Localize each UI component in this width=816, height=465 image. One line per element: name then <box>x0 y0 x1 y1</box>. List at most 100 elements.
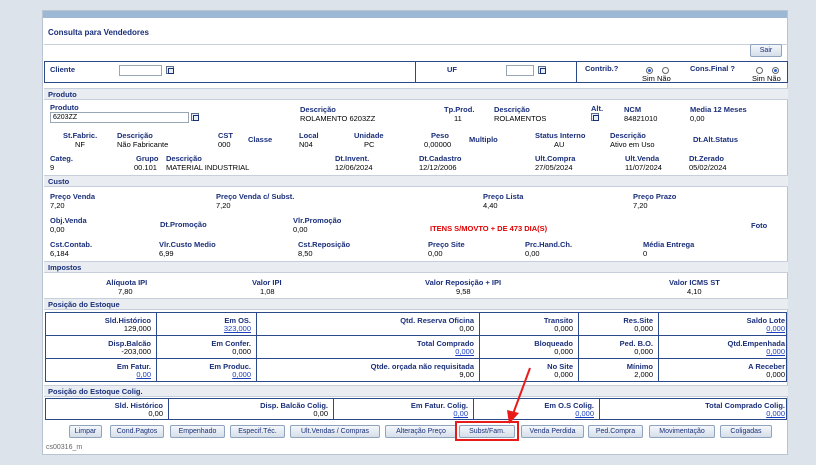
qtd-empenhada-link[interactable]: 0,000 <box>683 347 785 356</box>
cst-value: 000 <box>218 140 231 149</box>
pvenda-label: Preço Venda <box>50 192 96 201</box>
colig-em-fatur-link[interactable]: 0,00 <box>363 409 468 418</box>
descricao2-label: Descrição <box>494 105 530 114</box>
descricao2-value: ROLAMENTOS <box>494 114 547 123</box>
descfab-label: Descrição <box>117 131 153 140</box>
pprazo-label: Preço Prazo <box>633 192 677 201</box>
descgrupo-label: Descrição <box>166 154 202 163</box>
ultvenda-label: Ult.Venda <box>625 154 660 163</box>
divider <box>44 44 788 45</box>
estoque-section-header: Posição do Estoque <box>44 298 788 310</box>
divider <box>333 399 334 419</box>
em-produc-link[interactable]: 0,000 <box>183 370 251 379</box>
estoque-colig-section-header: Posição do Estoque Colig. <box>44 385 788 397</box>
saldo-lote-link[interactable]: 0,000 <box>683 324 785 333</box>
produto-input[interactable]: 6203ZZ <box>50 112 189 123</box>
cstcontab-label: Cst.Contab. <box>50 240 93 249</box>
local-label: Local <box>299 131 319 140</box>
em-fatur-link[interactable]: 0,00 <box>83 370 151 379</box>
plista-label: Preço Lista <box>483 192 524 201</box>
uf-search-icon[interactable] <box>538 66 546 74</box>
impostos-section-header: Impostos <box>44 261 788 273</box>
divider <box>473 399 474 419</box>
uf-input[interactable] <box>506 65 534 76</box>
dtinvent-value: 12/06/2024 <box>335 163 373 172</box>
prchand-value: 0,00 <box>525 249 540 258</box>
em-os-link[interactable]: 323,000 <box>183 324 251 333</box>
empenhado-button[interactable]: Empenhado <box>170 425 225 438</box>
status-value: AU <box>554 140 565 149</box>
dtcad-label: Dt.Cadastro <box>419 154 462 163</box>
res-site-value: 0,000 <box>634 324 653 333</box>
local-value: N04 <box>299 140 313 149</box>
a-receber-value: 0,000 <box>766 370 785 379</box>
especif-tec-button[interactable]: Especif.Téc. <box>230 425 285 438</box>
divider <box>479 313 480 381</box>
contrib-sim-label: Sim <box>642 74 655 83</box>
plista-value: 4,40 <box>483 201 498 210</box>
ultcompra-value: 27/05/2024 <box>535 163 573 172</box>
cond-pagtos-button[interactable]: Cond.Pagtos <box>110 425 164 438</box>
ultvenda-value: 11/07/2024 <box>625 163 662 172</box>
movimentacao-button[interactable]: Movimentação <box>649 425 715 438</box>
icms-label: Valor ICMS ST <box>669 278 720 287</box>
custo-section-header: Custo <box>44 175 788 187</box>
alt-icon[interactable] <box>591 113 599 121</box>
consfinal-sim-radio[interactable] <box>756 67 763 74</box>
cliente-search-icon[interactable] <box>166 66 174 74</box>
contrib-label: Contrib.? <box>585 64 619 73</box>
sem-movto-alert: ITENS S/MOVTO + DE 473 DIA(S) <box>430 224 548 233</box>
ncm-label: NCM <box>624 105 642 114</box>
ult-vendas-compras-button[interactable]: Ult.Vendas / Compras <box>290 425 380 438</box>
contrib-sim-radio[interactable] <box>646 67 653 74</box>
qtd-reserva-oficina-value: 0,00 <box>459 324 474 333</box>
consulta-window: Consulta para Vendedores Sair Cliente UF… <box>42 10 788 455</box>
grupo-value: 00.101 <box>134 163 157 172</box>
divider <box>415 61 416 83</box>
limpar-button[interactable]: Limpar <box>69 425 102 438</box>
vlpromo-label: Vlr.Promoção <box>293 216 342 225</box>
sair-button[interactable]: Sair <box>750 44 782 57</box>
total-comprado-link[interactable]: 0,000 <box>343 347 474 356</box>
tpprod-label: Tp.Prod. <box>444 105 475 114</box>
page-title: Consulta para Vendedores <box>48 28 149 37</box>
divider <box>46 335 786 336</box>
em-confer-value: 0,000 <box>232 347 251 356</box>
cstrepos-value: 8,50 <box>298 249 313 258</box>
aliq-label: Alíquota IPI <box>106 278 148 287</box>
contrib-nao-radio[interactable] <box>662 67 669 74</box>
prchand-label: Prc.Hand.Ch. <box>525 240 573 249</box>
vlipi-label: Valor IPI <box>252 278 282 287</box>
colig-total-comprado-link[interactable]: 0,000 <box>643 409 785 418</box>
pvsubst-label: Preço Venda c/ Subst. <box>216 192 295 201</box>
alteracao-preco-button[interactable]: Alteração Preço <box>385 425 457 438</box>
ped-compra-button[interactable]: Ped.Compra <box>588 425 643 438</box>
consfinal-sim-label: Sim <box>752 74 765 83</box>
multiplo-label: Multiplo <box>469 135 498 144</box>
descgrupo-value: MATERIAL INDUSTRIAL <box>166 163 250 172</box>
categ-label: Categ. <box>50 154 73 163</box>
descstatus-label: Descrição <box>610 131 646 140</box>
cliente-input[interactable] <box>119 65 162 76</box>
venda-perdida-button[interactable]: Venda Perdida <box>521 425 584 438</box>
produto-search-icon[interactable] <box>191 113 199 121</box>
uf-label: UF <box>447 65 457 74</box>
divider <box>168 399 169 419</box>
dtzerado-value: 05/02/2024 <box>689 163 727 172</box>
screen-code: cs00316_m <box>46 444 83 451</box>
consfinal-nao-radio[interactable] <box>772 67 779 74</box>
colig-sld-historico-value: 0,00 <box>148 409 163 418</box>
produto-label: Produto <box>50 103 79 112</box>
pvsubst-value: 7,20 <box>216 201 231 210</box>
categ-value: 9 <box>50 163 55 172</box>
divider <box>576 61 577 83</box>
psite-label: Preço Site <box>428 240 465 249</box>
status-label: Status Interno <box>535 131 586 140</box>
vlrepos-label: Valor Reposição + IPI <box>425 278 502 287</box>
cons-final-label: Cons.Final ? <box>690 64 735 73</box>
mediaent-value: 0 <box>643 249 648 258</box>
ncm-value: 84821010 <box>624 114 658 123</box>
divider <box>599 399 600 419</box>
objvenda-label: Obj.Venda <box>50 216 87 225</box>
coligadas-button[interactable]: Coligadas <box>720 425 772 438</box>
